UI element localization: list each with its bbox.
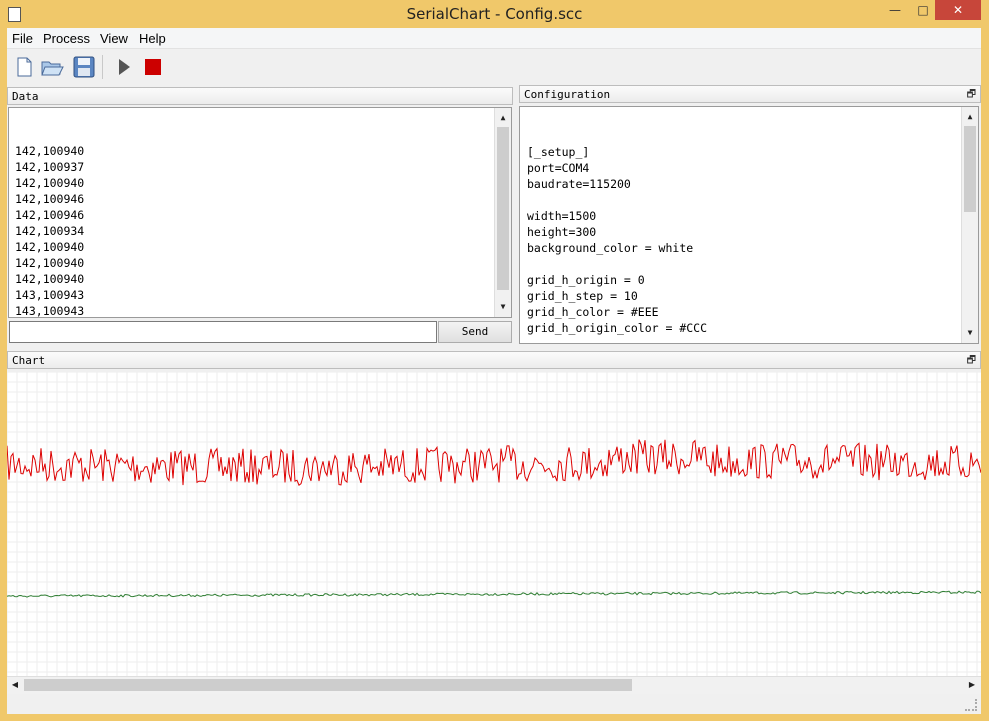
- scroll-up-arrow[interactable]: ▲: [962, 109, 978, 125]
- chart-background: [7, 372, 981, 679]
- config-line: grid_h_origin = 0: [527, 273, 645, 287]
- scroll-left-arrow[interactable]: ◀: [7, 677, 23, 693]
- config-line: [527, 336, 978, 343]
- data-panel-title: Data: [7, 87, 513, 105]
- window-title: SerialChart - Config.scc: [406, 5, 583, 23]
- menu-file[interactable]: File: [12, 31, 33, 46]
- scroll-thumb[interactable]: [497, 127, 509, 290]
- send-button[interactable]: Send: [438, 321, 512, 343]
- config-float-icon[interactable]: 🗗: [967, 86, 976, 104]
- chart-panel-title-text: Chart: [12, 354, 46, 367]
- config-line: baudrate=115200: [527, 177, 631, 191]
- maximize-button[interactable]: □: [909, 0, 937, 20]
- menu-view[interactable]: View: [100, 31, 128, 46]
- chart-canvas[interactable]: [7, 372, 981, 679]
- data-vertical-scrollbar[interactable]: ▲ ▼: [494, 108, 511, 317]
- menu-process[interactable]: Process: [43, 31, 90, 46]
- scroll-up-arrow[interactable]: ▲: [495, 110, 511, 126]
- config-line: [527, 256, 978, 272]
- chart-horizontal-scrollbar[interactable]: ◀ ▶: [7, 676, 981, 694]
- config-vertical-scrollbar[interactable]: ▲ ▼: [961, 107, 978, 343]
- close-button[interactable]: ✕: [935, 0, 981, 20]
- config-lines: [_setup_] port=COM4 baudrate=115200 width=…: [527, 144, 978, 343]
- data-output[interactable]: 142,100940 142,100937 142,100940 142,100946…: [8, 107, 512, 318]
- data-line: 142,100940: [15, 256, 85, 270]
- chart-panel-title: Chart 🗗: [7, 351, 981, 369]
- data-line: 142,100940: [15, 240, 85, 254]
- scroll-down-arrow[interactable]: ▼: [962, 325, 978, 341]
- config-line: grid_h_step = 10: [527, 289, 638, 303]
- menu-bar: File Process View Help: [7, 28, 981, 49]
- save-disk-icon[interactable]: [72, 55, 96, 79]
- data-line: 142,100940: [15, 144, 85, 158]
- config-line: width=1500: [527, 209, 597, 223]
- data-line: 142,100940: [15, 176, 85, 190]
- data-line: 142,100946: [15, 208, 85, 222]
- data-line: 142,100940: [15, 272, 85, 286]
- status-bar: [7, 694, 981, 714]
- config-line: port=COM4: [527, 161, 590, 175]
- data-line: 142,100946: [15, 192, 85, 206]
- data-line: 143,100943: [15, 288, 85, 302]
- data-line: 143,100943: [15, 304, 85, 318]
- title-bar[interactable]: SerialChart - Config.scc — □ ✕: [0, 0, 989, 28]
- config-panel-title: Configuration 🗗: [519, 85, 981, 103]
- config-line: [527, 192, 978, 208]
- minimize-button[interactable]: —: [881, 0, 909, 20]
- toolbar-separator: [102, 55, 103, 79]
- config-editor[interactable]: [_setup_] port=COM4 baudrate=115200 width=…: [519, 106, 979, 344]
- scroll-thumb[interactable]: [24, 679, 632, 691]
- config-line: height=300: [527, 225, 597, 239]
- menu-help[interactable]: Help: [139, 31, 166, 46]
- scroll-right-arrow[interactable]: ▶: [964, 677, 980, 693]
- new-file-icon[interactable]: [12, 55, 36, 79]
- data-line: 142,100937: [15, 160, 85, 174]
- config-line: [_setup_]: [527, 145, 590, 159]
- send-input[interactable]: [9, 321, 437, 343]
- open-folder-icon[interactable]: [40, 55, 64, 79]
- data-panel-title-text: Data: [12, 90, 39, 103]
- config-line: background_color = white: [527, 241, 694, 255]
- config-panel-title-text: Configuration: [524, 88, 611, 101]
- resize-grip-icon[interactable]: [965, 699, 977, 711]
- run-play-icon[interactable]: [112, 55, 136, 79]
- chart-float-icon[interactable]: 🗗: [967, 352, 976, 370]
- config-line: grid_h_origin_color = #CCC: [527, 321, 708, 335]
- toolbar: [7, 49, 981, 83]
- client-area: File Process View Help Data 142,100940 1…: [7, 28, 981, 714]
- data-lines: 142,100940 142,100937 142,100940 142,100946…: [15, 143, 511, 318]
- data-line: 142,100934: [15, 224, 85, 238]
- stop-icon[interactable]: [141, 55, 165, 79]
- config-line: grid_h_color = #EEE: [527, 305, 659, 319]
- scroll-down-arrow[interactable]: ▼: [495, 299, 511, 315]
- app-window: SerialChart - Config.scc — □ ✕ File Proc…: [0, 0, 989, 721]
- scroll-thumb[interactable]: [964, 126, 976, 212]
